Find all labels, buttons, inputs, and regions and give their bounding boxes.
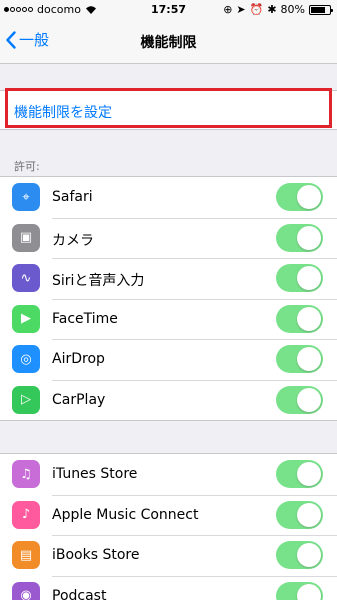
video-icon: ▶	[12, 304, 40, 333]
toggle-knob	[297, 583, 321, 600]
siri-icon: ∿	[12, 264, 40, 292]
battery-icon	[309, 4, 333, 15]
setting-row: ♪ Apple Music Connect	[0, 494, 337, 536]
toggle-knob	[297, 347, 321, 371]
airdrop-icon: ◎	[12, 345, 40, 373]
toggle-switch[interactable]	[276, 345, 323, 373]
setting-row: ▷ CarPlay	[0, 379, 337, 421]
toggle-switch[interactable]	[276, 460, 323, 488]
compass-icon: ⌖	[12, 183, 40, 211]
camera-icon: ▣	[12, 223, 40, 252]
toggle-switch[interactable]	[276, 223, 323, 252]
allow-section-header: 許可:	[14, 160, 40, 173]
toggle-switch[interactable]	[276, 541, 323, 569]
toggle-switch[interactable]	[276, 183, 323, 211]
status-bar: docomo 17:57 ⊕ ➤ ⏰ ✱ 80%	[0, 0, 337, 20]
battery-percent: 80%	[280, 3, 305, 16]
navigation-bar: 一般 機能制限	[0, 20, 337, 64]
setting-row: ▤ iBooks Store	[0, 535, 337, 576]
store-list: ♫ iTunes Store ♪ Apple Music Connect ▤ iBooks…	[0, 453, 337, 600]
toggle-knob	[297, 387, 321, 412]
setting-label: カメラ	[52, 232, 94, 249]
setting-label: CarPlay	[52, 391, 106, 408]
toggle-knob	[297, 306, 321, 331]
allow-list: ⌖ Safari ▣ カメラ ∿ Siriと音声入力 ▶ FaceTime ◎ AirDrop ▷ C…	[0, 176, 337, 421]
setting-label: Safari	[52, 189, 93, 205]
music-note-icon: ♫	[12, 460, 40, 488]
setting-row: ♫ iTunes Store	[0, 454, 337, 495]
location-icon: ➤	[236, 3, 246, 16]
enable-restrictions-cell[interactable]: 機能制限を設定	[0, 90, 337, 130]
setting-row: ◉ Podcast	[0, 575, 337, 600]
toggle-knob	[297, 266, 321, 290]
toggle-switch[interactable]	[276, 264, 323, 292]
page-title: 機能制限	[140, 35, 197, 51]
setting-label: Apple Music Connect	[52, 506, 199, 523]
toggle-switch[interactable]	[276, 500, 323, 529]
play-icon: ▷	[12, 385, 40, 414]
toggle-switch[interactable]	[276, 304, 323, 333]
toggle-knob	[297, 185, 321, 209]
toggle-knob	[297, 502, 321, 527]
setting-label: iBooks Store	[52, 547, 140, 563]
alarm-icon: ⏰	[249, 3, 264, 16]
toggle-knob	[297, 543, 321, 567]
enable-restrictions-label: 機能制限を設定	[14, 105, 112, 121]
toggle-switch[interactable]	[276, 581, 323, 600]
podcast-icon: ◉	[12, 581, 40, 600]
setting-label: iTunes Store	[52, 466, 138, 482]
setting-label: FaceTime	[52, 310, 118, 327]
book-icon: ▤	[12, 541, 40, 569]
setting-row: ▣ カメラ	[0, 217, 337, 259]
setting-label: Siriと音声入力	[52, 273, 145, 289]
music-icon: ♪	[12, 500, 40, 529]
toggle-switch[interactable]	[276, 385, 323, 414]
setting-row: ▶ FaceTime	[0, 298, 337, 340]
toggle-knob	[297, 225, 321, 250]
rotation-lock-icon: ⊕	[223, 3, 233, 16]
setting-label: Podcast	[52, 587, 107, 600]
bluetooth-icon: ✱	[267, 3, 277, 16]
toggle-knob	[297, 462, 321, 486]
setting-row: ◎ AirDrop	[0, 339, 337, 380]
setting-row: ⌖ Safari	[0, 177, 337, 218]
setting-row: ∿ Siriと音声入力	[0, 258, 337, 299]
setting-label: AirDrop	[52, 351, 105, 367]
status-right: ⊕ ➤ ⏰ ✱ 80%	[223, 3, 333, 16]
